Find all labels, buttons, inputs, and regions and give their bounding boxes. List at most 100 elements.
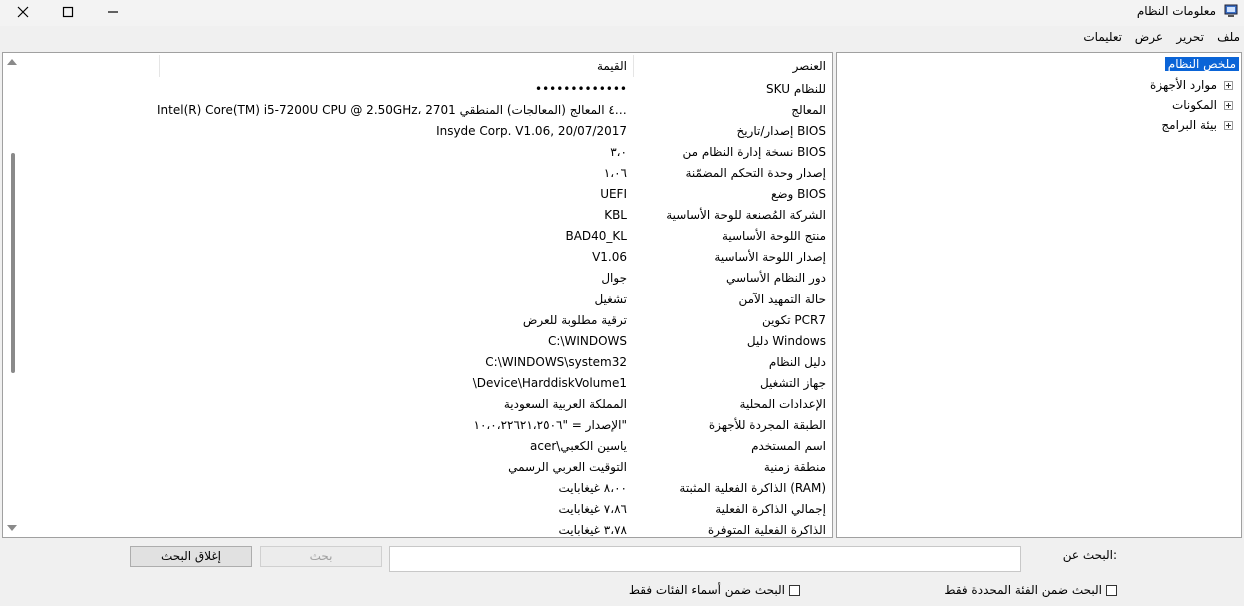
table-row[interactable]: جهاز التشغيل \Device\HarddiskVolume1 — [23, 373, 832, 394]
search-input[interactable] — [389, 546, 1021, 572]
item-cell: نسخة إدارة النظام من BIOS — [682, 145, 826, 159]
tree-item-label: ملخص النظام — [1163, 56, 1241, 72]
search-selected-category-checkbox[interactable] — [1106, 585, 1117, 596]
table-row[interactable]: اسم المستخدم acer\ياسين الكعبي — [23, 436, 832, 457]
value-cell: ٨،٠٠ غيغابايت — [558, 481, 628, 495]
item-cell: الذاكرة الفعلية المتوفرة — [707, 523, 826, 537]
table-row[interactable]: المعالج Intel(R) Core(TM) i5-7200U CPU @ … — [23, 100, 832, 121]
find-button[interactable]: بحث — [260, 546, 382, 567]
item-cell: دور النظام الأساسي — [725, 271, 826, 285]
table-row[interactable]: الذاكرة الفعلية المتوفرة ٣،٧٨ غيغابايت — [23, 520, 832, 537]
value-cell: KBL — [604, 208, 627, 222]
value-cell: ترقية مطلوبة للعرض — [522, 313, 627, 327]
table-row[interactable]: منتج اللوحة الأساسية BAD40_KL — [23, 226, 832, 247]
item-cell: إصدار وحدة التحكم المضمّنة — [685, 166, 827, 180]
item-cell: المعالج — [791, 103, 826, 117]
table-row[interactable]: دليل النظام C:\WINDOWS\system32 — [23, 352, 832, 373]
tree-item-label: موارد الأجهزة — [1150, 78, 1217, 92]
search-category-names-checkbox[interactable] — [789, 585, 800, 596]
item-cell: SKU للنظام — [766, 82, 826, 96]
expand-icon[interactable] — [1224, 101, 1233, 110]
tree-item-label: المكونات — [1171, 98, 1217, 112]
tree-item-components[interactable]: المكونات — [1172, 96, 1217, 114]
menu-view[interactable]: عرض — [1135, 30, 1163, 44]
item-cell: الشركة المُصنعة للوحة الأساسية — [666, 208, 826, 222]
value-cell: \Device\HarddiskVolume1 — [472, 376, 627, 390]
item-cell: منطقة زمنية — [763, 460, 826, 474]
expand-icon[interactable] — [1224, 121, 1233, 130]
table-row[interactable]: الإعدادات المحلية المملكة العربية السعودي… — [23, 394, 832, 415]
table-row[interactable]: الذاكرة الفعلية المثبتة (RAM) ٨،٠٠ غيغابا… — [23, 478, 832, 499]
table-row[interactable]: منطقة زمنية التوقيت العربي الرسمي — [23, 457, 832, 478]
menu-bar: ملف تحرير عرض تعليمات — [0, 28, 1244, 48]
value-cell: C:\WINDOWS — [547, 334, 627, 348]
item-cell: تكوين PCR7 — [761, 313, 826, 327]
expand-icon[interactable] — [1224, 81, 1233, 90]
table-row[interactable]: إصدار اللوحة الأساسية V1.06 — [23, 247, 832, 268]
table-row[interactable]: تكوين PCR7 ترقية مطلوبة للعرض — [23, 310, 832, 331]
details-list: العنصر القيمة SKU للنظام ••••••••••••• الم… — [2, 52, 833, 538]
menu-edit[interactable]: تحرير — [1176, 30, 1204, 44]
tree-item-system-summary[interactable]: ملخص النظام — [1163, 55, 1241, 73]
column-separator[interactable] — [159, 55, 160, 77]
minimize-icon — [108, 11, 118, 13]
category-tree: ملخص النظام موارد الأجهزة المكونات بيئة … — [836, 52, 1242, 538]
item-cell: دليل Windows — [746, 334, 826, 348]
value-cell: C:\WINDOWS\system32 — [485, 355, 627, 369]
value-cell: تشغيل — [594, 292, 627, 306]
table-row[interactable]: SKU للنظام ••••••••••••• — [23, 79, 832, 100]
table-row[interactable]: نسخة إدارة النظام من BIOS ٣،٠ — [23, 142, 832, 163]
vertical-scrollbar[interactable] — [3, 53, 23, 537]
table-row[interactable]: إصدار وحدة التحكم المضمّنة ١،٠٦ — [23, 163, 832, 184]
table-row[interactable]: حالة التمهيد الآمن تشغيل — [23, 289, 832, 310]
item-cell: اسم المستخدم — [751, 439, 826, 453]
maximize-icon — [62, 6, 74, 18]
search-label: البحث عن: — [1062, 548, 1117, 562]
item-cell: حالة التمهيد الآمن — [738, 292, 826, 306]
item-cell: جهاز التشغيل — [759, 376, 826, 390]
value-cell: التوقيت العربي الرسمي — [508, 460, 627, 474]
item-cell: دليل النظام — [768, 355, 826, 369]
table-row[interactable]: دور النظام الأساسي جوال — [23, 268, 832, 289]
value-cell: ••••••••••••• — [534, 82, 627, 96]
scroll-down-arrow-icon[interactable] — [7, 525, 17, 531]
system-info-app-icon — [1224, 4, 1238, 17]
value-cell: Insyde Corp. V1.06, 20/07/2017 — [436, 124, 627, 138]
close-button[interactable] — [0, 0, 46, 24]
close-icon — [17, 6, 29, 18]
table-row[interactable]: الطبقة المجردة للأجهزة الإصدار = "١٠،٠،٢٢… — [23, 415, 832, 436]
value-cell: ٣،٠ — [610, 145, 627, 159]
table-row[interactable]: وضع BIOS UEFI — [23, 184, 832, 205]
close-find-button[interactable]: إغلاق البحث — [130, 546, 252, 567]
list-header: العنصر القيمة — [23, 53, 832, 79]
menu-file[interactable]: ملف — [1217, 30, 1240, 44]
minimize-button[interactable] — [90, 0, 136, 24]
item-cell: إصدار اللوحة الأساسية — [714, 250, 826, 264]
window-title: معلومات النظام — [1136, 4, 1216, 18]
value-cell: المملكة العربية السعودية — [503, 397, 627, 411]
value-cell: ٣،٧٨ غيغابايت — [558, 523, 628, 537]
table-row[interactable]: إصدار/تاريخ BIOS Insyde Corp. V1.06, 20/0… — [23, 121, 832, 142]
search-category-names-label: البحث ضمن أسماء الفئات فقط — [628, 583, 785, 597]
column-separator[interactable] — [633, 55, 634, 77]
scroll-thumb[interactable] — [11, 153, 15, 373]
item-cell: وضع BIOS — [770, 187, 826, 201]
menu-help[interactable]: تعليمات — [1083, 30, 1122, 44]
tree-item-hardware-resources[interactable]: موارد الأجهزة — [1150, 76, 1217, 94]
tree-item-software-environment[interactable]: بيئة البرامج — [1161, 116, 1217, 134]
column-header-value[interactable]: القيمة — [157, 56, 627, 77]
value-cell: ١،٠٦ — [603, 166, 627, 180]
value-cell: ٧،٨٦ غيغابايت — [558, 502, 628, 516]
table-row[interactable]: دليل Windows C:\WINDOWS — [23, 331, 832, 352]
item-cell: الذاكرة الفعلية المثبتة (RAM) — [679, 481, 826, 495]
item-cell: الإعدادات المحلية — [739, 397, 826, 411]
value-cell: V1.06 — [592, 250, 627, 264]
table-row[interactable]: الشركة المُصنعة للوحة الأساسية KBL — [23, 205, 832, 226]
value-cell: BAD40_KL — [565, 229, 627, 243]
value-cell: UEFI — [600, 187, 627, 201]
item-cell: إجمالي الذاكرة الفعلية — [715, 502, 826, 516]
scroll-up-arrow-icon[interactable] — [7, 59, 17, 65]
column-header-item[interactable]: العنصر — [636, 56, 826, 77]
maximize-button[interactable] — [45, 0, 91, 24]
table-row[interactable]: إجمالي الذاكرة الفعلية ٧،٨٦ غيغابايت — [23, 499, 832, 520]
